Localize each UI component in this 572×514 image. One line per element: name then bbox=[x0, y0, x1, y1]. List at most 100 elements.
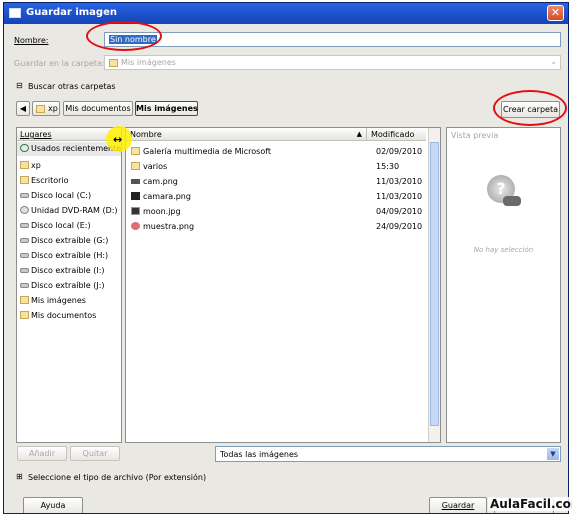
places-item-disco-c[interactable]: Disco local (C:) bbox=[17, 189, 121, 203]
close-button[interactable]: ✕ bbox=[547, 5, 564, 21]
places-item-mis-imagenes[interactable]: Mis imágenes bbox=[17, 294, 121, 308]
files-panel: Nombre ▲ Modificado Galería multimedia d… bbox=[125, 127, 441, 443]
places-panel: Lugares Usados recientemente xp Escritor… bbox=[16, 127, 122, 443]
folder-icon bbox=[109, 59, 118, 67]
places-item-label: xp bbox=[31, 161, 41, 170]
title-bar[interactable]: Guardar imagen ✕ bbox=[4, 3, 568, 24]
file-row[interactable]: moon.jpg 04/09/2010 bbox=[126, 205, 426, 219]
places-item-dvd-d[interactable]: Unidad DVD-RAM (D:) bbox=[17, 204, 121, 218]
path-button-mis-documentos[interactable]: Mis documentos bbox=[63, 101, 133, 116]
save-button[interactable]: Guardar bbox=[429, 497, 487, 513]
places-item-disco-h[interactable]: Disco extraíble (H:) bbox=[17, 249, 121, 263]
folder-icon bbox=[20, 161, 29, 169]
drive-icon bbox=[20, 253, 29, 258]
places-item-disco-i[interactable]: Disco extraíble (I:) bbox=[17, 264, 121, 278]
chevron-down-icon: ⌄ bbox=[550, 57, 557, 66]
file-modified: 11/03/2010 bbox=[376, 177, 423, 186]
folder-select[interactable]: Mis imágenes ⌄ bbox=[104, 55, 561, 70]
places-item-xp[interactable]: xp bbox=[17, 159, 121, 173]
places-item-label: Escritorio bbox=[31, 176, 69, 185]
files-scrollbar[interactable] bbox=[428, 128, 440, 442]
annotation-circle-create-folder bbox=[493, 90, 567, 126]
file-modified: 24/09/2010 bbox=[376, 222, 423, 231]
sort-ascending-icon: ▲ bbox=[356, 130, 362, 138]
name-input[interactable]: Sin nombre bbox=[104, 32, 561, 47]
filetype-expander[interactable]: Seleccione el tipo de archivo (Por exten… bbox=[28, 473, 206, 482]
browse-folders-expander[interactable]: Buscar otras carpetas bbox=[28, 82, 116, 91]
resize-cursor-icon: ↔ bbox=[113, 133, 123, 146]
file-name: moon.jpg bbox=[143, 207, 181, 216]
image-icon bbox=[131, 207, 140, 215]
save-image-dialog: Guardar imagen ✕ Nombre: Sin nombre Guar… bbox=[3, 2, 569, 514]
drive-icon bbox=[20, 193, 29, 198]
scrollbar-thumb[interactable] bbox=[430, 142, 439, 426]
file-row[interactable]: muestra.png 24/09/2010 bbox=[126, 220, 426, 234]
clock-icon bbox=[20, 144, 29, 152]
add-bookmark-button[interactable]: Añadir bbox=[17, 446, 67, 461]
places-item-escritorio[interactable]: Escritorio bbox=[17, 174, 121, 188]
places-item-label: Disco extraíble (G:) bbox=[31, 236, 109, 245]
file-row[interactable]: Galería multimedia de Microsoft 02/09/20… bbox=[126, 145, 426, 159]
folder-select-value: Mis imágenes bbox=[121, 58, 176, 67]
image-icon bbox=[131, 192, 140, 200]
drive-icon bbox=[20, 268, 29, 273]
name-label: Nombre: bbox=[14, 36, 49, 45]
file-modified: 11/03/2010 bbox=[376, 192, 423, 201]
file-name: cam.png bbox=[143, 177, 178, 186]
places-item-label: Disco extraíble (I:) bbox=[31, 266, 105, 275]
places-item-disco-j[interactable]: Disco extraíble (J:) bbox=[17, 279, 121, 293]
places-item-label: Disco extraíble (H:) bbox=[31, 251, 109, 260]
folder-icon bbox=[20, 176, 29, 184]
file-row[interactable]: camara.png 11/03/2010 bbox=[126, 190, 426, 204]
chevron-down-icon[interactable]: ▼ bbox=[547, 448, 559, 460]
help-button[interactable]: Ayuda bbox=[23, 497, 83, 513]
image-icon bbox=[131, 222, 140, 230]
column-header-modified[interactable]: Modificado bbox=[366, 128, 426, 141]
column-header-name[interactable]: Nombre ▲ bbox=[126, 128, 366, 141]
places-item-label: Mis documentos bbox=[31, 311, 97, 320]
file-name: Galería multimedia de Microsoft bbox=[143, 147, 272, 156]
folder-label: Guardar en la carpeta: bbox=[14, 59, 105, 68]
file-name: muestra.png bbox=[143, 222, 195, 231]
places-item-mis-documentos[interactable]: Mis documentos bbox=[17, 309, 121, 323]
places-item-disco-g[interactable]: Disco extraíble (G:) bbox=[17, 234, 121, 248]
browse-toggle-icon[interactable]: ⊟ bbox=[16, 81, 23, 90]
folder-icon bbox=[20, 311, 29, 319]
drive-icon bbox=[20, 238, 29, 243]
watermark: AulaFacil.com bbox=[488, 497, 572, 511]
path-back-button[interactable]: ◀ bbox=[16, 101, 30, 116]
file-filter-value: Todas las imágenes bbox=[220, 450, 299, 459]
file-modified: 04/09/2010 bbox=[376, 207, 423, 216]
preview-header: Vista previa bbox=[451, 131, 499, 140]
path-button-xp[interactable]: xp bbox=[32, 101, 60, 116]
file-row[interactable]: cam.png 11/03/2010 bbox=[126, 175, 426, 189]
image-icon bbox=[131, 179, 140, 184]
dvd-drive-icon bbox=[20, 206, 29, 214]
app-icon bbox=[9, 8, 21, 18]
window-title: Guardar imagen bbox=[26, 7, 117, 18]
file-name: camara.png bbox=[143, 192, 191, 201]
folder-icon bbox=[131, 162, 140, 170]
places-item-label: Unidad DVD-RAM (D:) bbox=[31, 206, 118, 215]
preview-empty-text: No hay selección bbox=[473, 246, 534, 254]
file-filter-select[interactable]: Todas las imágenes ▼ bbox=[215, 446, 561, 462]
folder-icon bbox=[36, 105, 45, 113]
file-name: varios bbox=[143, 162, 168, 171]
places-item-recent[interactable]: Usados recientemente bbox=[17, 142, 121, 156]
places-item-label: Disco local (E:) bbox=[31, 221, 91, 230]
annotation-circle-name bbox=[86, 21, 162, 51]
folder-icon bbox=[20, 296, 29, 304]
drive-icon bbox=[20, 283, 29, 288]
places-item-label: Disco local (C:) bbox=[31, 191, 92, 200]
filetype-toggle-icon[interactable]: ⊞ bbox=[16, 472, 23, 481]
places-item-label: Mis imágenes bbox=[31, 296, 86, 305]
places-item-disco-e[interactable]: Disco local (E:) bbox=[17, 219, 121, 233]
file-modified: 02/09/2010 bbox=[376, 147, 423, 156]
path-button-mis-imagenes[interactable]: Mis imágenes bbox=[135, 101, 198, 116]
gimp-mascot-icon bbox=[503, 196, 521, 206]
file-row[interactable]: varios 15:30 bbox=[126, 160, 426, 174]
path-button-label: xp bbox=[48, 104, 58, 113]
remove-bookmark-button[interactable]: Quitar bbox=[70, 446, 120, 461]
preview-panel: Vista previa ? No hay selección bbox=[446, 127, 561, 443]
file-modified: 15:30 bbox=[376, 162, 400, 171]
